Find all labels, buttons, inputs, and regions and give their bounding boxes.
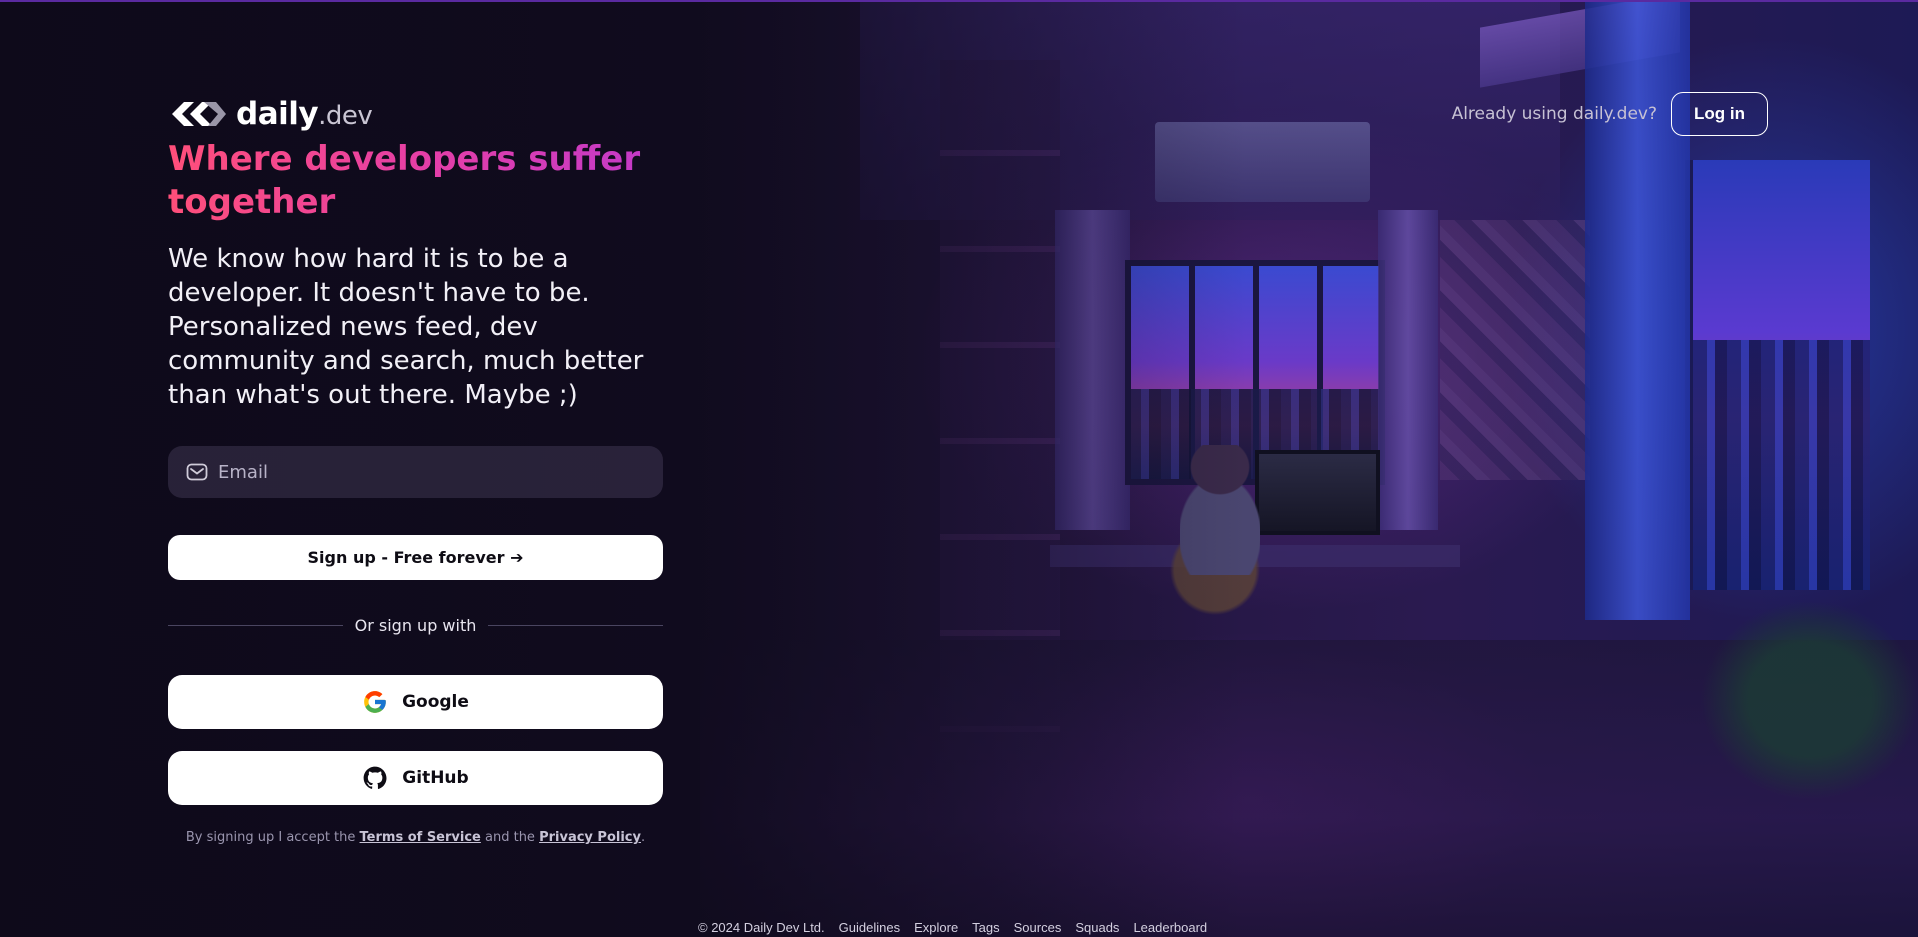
login-button[interactable]: Log in — [1671, 92, 1768, 136]
terms-middle: and the — [480, 830, 540, 845]
email-input[interactable] — [218, 461, 638, 483]
email-field[interactable] — [168, 446, 663, 498]
footer-link-guidelines[interactable]: Guidelines — [839, 920, 900, 935]
signup-button[interactable]: Sign up - Free forever ➔ — [168, 535, 663, 580]
divider-text: Or sign up with — [354, 616, 477, 635]
footer: © 2024 Daily Dev Ltd. Guidelines Explore… — [698, 920, 1207, 935]
github-label: GitHub — [402, 768, 469, 788]
google-icon — [364, 691, 386, 713]
already-using-text: Already using daily.dev? — [1451, 104, 1658, 124]
footer-link-tags[interactable]: Tags — [972, 920, 999, 935]
top-accent-line — [0, 0, 1918, 2]
brand-name: daily.dev — [236, 96, 373, 132]
divider-line-left — [168, 625, 343, 626]
privacy-policy-link[interactable]: Privacy Policy — [539, 830, 641, 845]
divider-line-right — [488, 625, 663, 626]
daily-dev-logo-icon — [172, 102, 226, 126]
footer-link-sources[interactable]: Sources — [1014, 920, 1062, 935]
terms-prefix: By signing up I accept the — [185, 830, 360, 845]
github-signup-button[interactable]: GitHub — [168, 751, 663, 805]
brand-extension: .dev — [318, 101, 373, 131]
terms-notice: By signing up I accept the Terms of Serv… — [168, 830, 663, 845]
google-label: Google — [402, 692, 469, 712]
github-icon — [363, 766, 387, 789]
terms-of-service-link[interactable]: Terms of Service — [360, 830, 481, 845]
google-signup-button[interactable]: Google — [168, 675, 663, 729]
page-headline: Where developers suffer together — [168, 138, 648, 224]
signup-divider: Or sign up with — [168, 616, 663, 635]
page-subtitle: We know how hard it is to be a developer… — [168, 244, 644, 410]
footer-link-squads[interactable]: Squads — [1075, 920, 1119, 935]
brand-logo[interactable]: daily.dev — [168, 96, 373, 132]
header-actions: Already using daily.dev? Log in — [1452, 92, 1768, 136]
footer-copyright: © 2024 Daily Dev Ltd. — [698, 920, 825, 935]
footer-link-explore[interactable]: Explore — [914, 920, 958, 935]
mail-icon — [186, 463, 208, 481]
footer-link-leaderboard[interactable]: Leaderboard — [1133, 920, 1207, 935]
terms-suffix: . — [640, 830, 646, 845]
